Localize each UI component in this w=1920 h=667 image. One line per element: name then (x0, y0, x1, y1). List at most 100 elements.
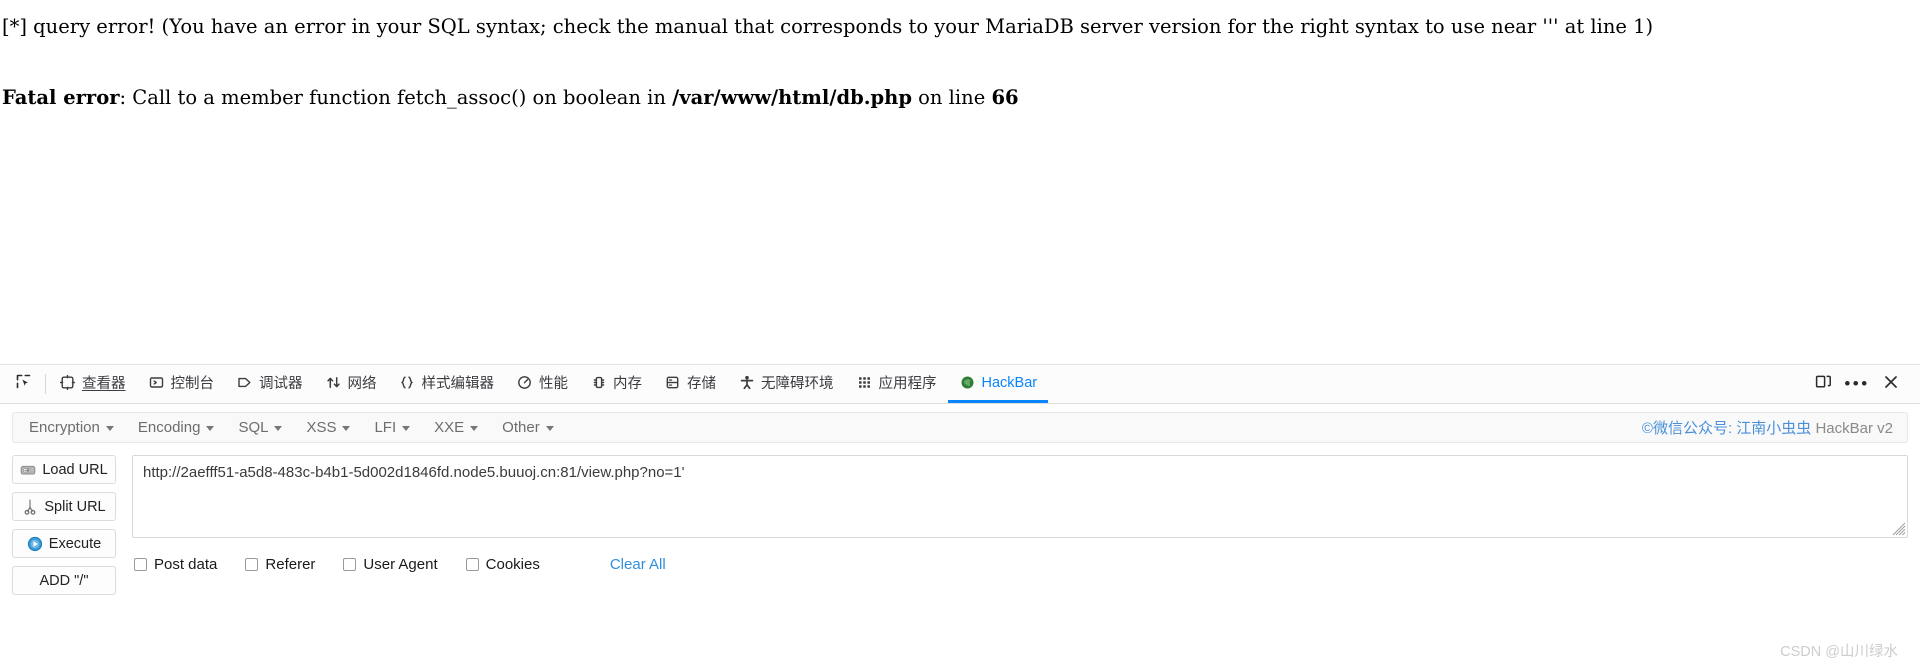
split-url-button[interactable]: Split URL (12, 492, 116, 521)
play-icon (27, 536, 43, 552)
style-editor-icon (399, 374, 416, 391)
scissors-icon (22, 498, 38, 515)
devtools-close-button[interactable] (1876, 370, 1906, 398)
storage-icon (664, 374, 681, 391)
chevron-down-icon (402, 426, 411, 431)
chevron-down-icon (274, 426, 283, 431)
checkbox-box[interactable] (343, 558, 357, 571)
button-label: Split URL (44, 498, 106, 515)
fatal-error-online: on line (911, 86, 992, 110)
sql-query-error-text: [*] query error! (You have an error in y… (2, 15, 1654, 38)
load-url-button[interactable]: Load URL (12, 455, 116, 484)
performance-icon (516, 374, 533, 391)
tab-memory[interactable]: 内存 (579, 365, 653, 403)
tab-label: 控制台 (170, 376, 215, 392)
csdn-watermark: CSDN @山川绿水 (1780, 644, 1898, 660)
network-icon (325, 374, 342, 391)
tab-label: 网络 (347, 376, 377, 392)
chevron-down-icon (342, 426, 351, 431)
responsive-design-mode-icon (1815, 373, 1832, 395)
memory-icon (590, 374, 607, 391)
tab-hackbar[interactable]: HackBar (947, 365, 1049, 403)
checkbox-cookies[interactable]: Cookies (465, 556, 540, 573)
clear-all-link[interactable]: Clear All (610, 556, 666, 573)
tab-application[interactable]: 应用程序 (845, 365, 948, 403)
tab-label: 性能 (539, 376, 568, 392)
tab-accessibility[interactable]: 无障碍环境 (727, 365, 845, 403)
console-icon (148, 374, 165, 391)
checkbox-user-agent[interactable]: User Agent (343, 556, 438, 573)
menu-label: XSS (306, 419, 337, 436)
tab-network[interactable]: 网络 (314, 365, 388, 403)
tab-console[interactable]: 控制台 (137, 365, 226, 403)
checkbox-box[interactable] (134, 558, 147, 571)
menu-encryption[interactable]: Encryption (17, 419, 126, 436)
tab-label: 内存 (613, 376, 642, 392)
checkbox-label: Post data (154, 556, 218, 573)
hackbar-menubar: Encryption Encoding SQL XSS LFI XXE Othe… (12, 412, 1908, 443)
menu-label: XXE (434, 419, 465, 436)
menu-lfi[interactable]: LFI (362, 419, 422, 436)
toolbar-divider (45, 374, 46, 394)
application-icon (856, 374, 873, 391)
menu-xxe[interactable]: XXE (422, 419, 490, 436)
fatal-error-label: Fatal error (2, 86, 120, 110)
menu-other[interactable]: Other (490, 419, 566, 436)
fatal-error-message: : Call to a member function fetch_assoc(… (119, 86, 673, 110)
hackbar-input-area: Post data Referer User Agent Cookies C (132, 455, 1908, 595)
menu-sql[interactable]: SQL (226, 419, 294, 436)
checkbox-label: Cookies (485, 556, 540, 573)
inspector-icon (59, 374, 76, 391)
menu-encoding[interactable]: Encoding (126, 419, 227, 436)
chevron-down-icon (206, 426, 215, 431)
menu-label: LFI (374, 419, 397, 436)
tab-label: HackBar (981, 374, 1038, 391)
devtools-meatball-menu-button[interactable]: ••• (1842, 370, 1872, 398)
checkbox-post-data[interactable]: Post data (134, 556, 217, 573)
button-label: ADD "/" (39, 572, 89, 589)
tab-style-editor[interactable]: 样式编辑器 (388, 365, 506, 403)
tab-label: 存储 (687, 376, 716, 392)
button-label: Execute (48, 535, 102, 552)
browser-page-content: [*] query error! (You have an error in y… (0, 0, 1920, 364)
devtools-tab-list: 查看器 控制台 调试器 网络 样式编辑器 性能 内存 存储 无障碍环境 应用程序… (48, 365, 1808, 403)
devtools-close-icon (1883, 374, 1899, 395)
branding-version-text: HackBar v2 (1811, 420, 1893, 437)
responsive-design-mode-button[interactable] (1808, 370, 1838, 398)
accessibility-icon (738, 374, 755, 391)
hackbar-panel: Encryption Encoding SQL XSS LFI XXE Othe… (0, 404, 1920, 595)
menu-label: Encryption (29, 419, 100, 436)
add-slash-button[interactable]: ADD "/" (12, 566, 116, 595)
checkbox-label: Referer (265, 556, 316, 573)
checkbox-box[interactable] (465, 558, 479, 571)
devtools-panel: 查看器 控制台 调试器 网络 样式编辑器 性能 内存 存储 无障碍环境 应用程序… (0, 364, 1920, 667)
branding-wechat-text: ©微信公众号: 江南小虫虫 (1641, 420, 1812, 437)
menu-xss[interactable]: XSS (294, 419, 362, 436)
tab-storage[interactable]: 存储 (653, 365, 727, 403)
load-url-icon (20, 462, 36, 478)
url-input[interactable] (133, 456, 1907, 537)
chevron-down-icon (470, 426, 479, 431)
chevron-down-icon (105, 426, 114, 431)
tab-inspector[interactable]: 查看器 (48, 365, 137, 403)
devtools-toolbar: 查看器 控制台 调试器 网络 样式编辑器 性能 内存 存储 无障碍环境 应用程序… (0, 365, 1920, 404)
tab-debugger[interactable]: 调试器 (225, 365, 314, 403)
button-label: Load URL (42, 461, 108, 478)
menu-label: Other (502, 419, 540, 436)
hackbar-options-row: Post data Referer User Agent Cookies Cle… (132, 538, 1908, 573)
tab-label: 样式编辑器 (421, 376, 495, 392)
checkbox-box[interactable] (245, 558, 259, 571)
tab-label: 应用程序 (878, 376, 937, 392)
element-picker-button[interactable] (6, 365, 43, 403)
checkbox-referer[interactable]: Referer (245, 556, 315, 573)
hackbar-action-buttons: Load URL Split URL Execute ADD "/" (12, 455, 116, 595)
fatal-error-file: /var/www/html/db.php (672, 86, 912, 110)
chevron-down-icon (545, 426, 554, 431)
debugger-icon (236, 374, 253, 391)
hackbar-icon (959, 374, 976, 391)
tab-label: 查看器 (82, 376, 126, 392)
tab-performance[interactable]: 性能 (505, 365, 579, 403)
element-picker-icon (15, 373, 32, 395)
url-textarea-wrapper (132, 455, 1908, 538)
execute-button[interactable]: Execute (12, 529, 116, 558)
